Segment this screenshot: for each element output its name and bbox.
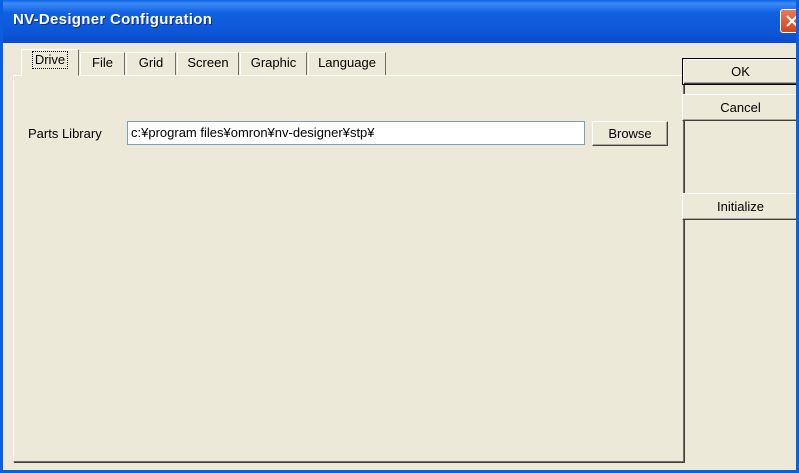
window-title: NV-Designer Configuration xyxy=(13,11,213,28)
tab-label: Grid xyxy=(138,55,164,70)
initialize-button[interactable]: Initialize xyxy=(682,193,796,220)
tab-file[interactable]: File xyxy=(80,52,125,75)
tab-language[interactable]: Language xyxy=(308,52,386,75)
tab-grid[interactable]: Grid xyxy=(126,52,176,75)
tab-drive[interactable]: Drive xyxy=(21,49,79,76)
tab-graphic[interactable]: Graphic xyxy=(240,52,307,75)
title-bar[interactable]: NV-Designer Configuration xyxy=(3,0,796,43)
browse-button[interactable]: Browse xyxy=(592,121,668,146)
parts-library-label: Parts Library xyxy=(28,126,102,141)
tab-label: Drive xyxy=(31,51,69,69)
tab-label: Graphic xyxy=(250,55,297,70)
configuration-dialog: NV-Designer Configuration Drive File Gri… xyxy=(0,0,799,473)
tab-screen[interactable]: Screen xyxy=(177,52,239,75)
tab-label: File xyxy=(92,55,113,70)
parts-library-input[interactable]: c:¥program files¥omron¥nv-designer¥stp¥ xyxy=(127,121,585,145)
close-button[interactable] xyxy=(780,9,796,33)
ok-button[interactable]: OK xyxy=(682,58,796,85)
close-icon xyxy=(786,15,796,27)
cancel-button[interactable]: Cancel xyxy=(682,94,796,121)
tab-label: Screen xyxy=(187,55,229,70)
tab-label: Language xyxy=(318,55,376,70)
